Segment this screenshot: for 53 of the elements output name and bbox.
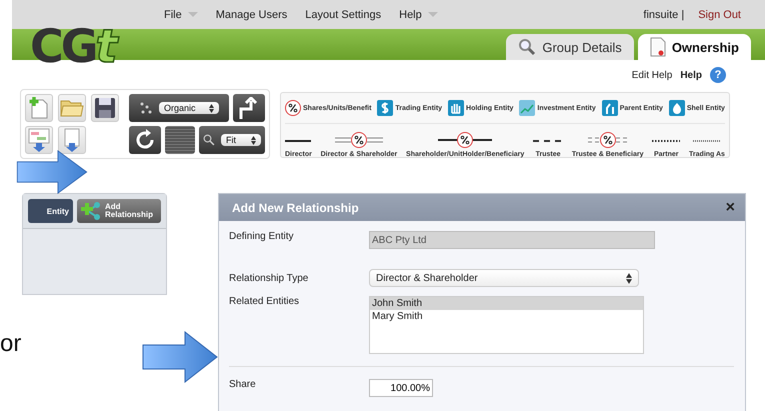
hand-icon bbox=[448, 100, 464, 116]
percent-icon bbox=[285, 100, 301, 116]
figure-icon bbox=[602, 100, 618, 116]
document-icon bbox=[650, 37, 666, 57]
edit-help-link[interactable]: Edit Help bbox=[632, 70, 672, 80]
save-button[interactable] bbox=[91, 94, 119, 122]
username: finsuite | bbox=[643, 8, 684, 20]
dialog-title: Add New Relationship bbox=[232, 200, 359, 214]
dots-icon bbox=[139, 101, 153, 115]
relationship-icon bbox=[81, 201, 103, 221]
share-field[interactable]: 100.00% bbox=[369, 379, 433, 397]
list-option[interactable]: John Smith bbox=[370, 297, 643, 310]
field-label: Relationship Type bbox=[229, 272, 310, 284]
sign-out-link[interactable]: Sign Out bbox=[698, 8, 741, 20]
search-icon bbox=[518, 38, 536, 56]
tab[interactable]: Group Details bbox=[506, 34, 634, 60]
menu-item[interactable]: File bbox=[164, 7, 198, 22]
help-link[interactable]: Help bbox=[680, 70, 702, 80]
field-label: Defining Entity bbox=[229, 231, 294, 244]
folder-button[interactable] bbox=[58, 94, 86, 122]
updown-icon bbox=[209, 104, 214, 112]
list-option[interactable]: Mary Smith bbox=[370, 310, 643, 323]
refresh-button[interactable] bbox=[129, 126, 161, 154]
zoom-icon bbox=[203, 132, 215, 148]
dollar-icon bbox=[377, 100, 394, 116]
entity-button[interactable]: Entity bbox=[28, 199, 73, 223]
or-text: or bbox=[0, 330, 22, 358]
equals-line-percent-icon bbox=[588, 132, 628, 148]
drop-icon bbox=[668, 100, 685, 116]
menu-item[interactable]: Layout Settings bbox=[305, 7, 382, 22]
logo: CGt bbox=[30, 26, 115, 66]
chart-icon bbox=[519, 100, 536, 116]
arrow-icon bbox=[142, 331, 218, 383]
menu-item[interactable]: Help bbox=[399, 7, 438, 22]
route-button[interactable] bbox=[233, 94, 265, 122]
updown-icon bbox=[626, 272, 632, 284]
add-relationship-button[interactable]: Add Relationship bbox=[77, 199, 161, 223]
line-percent-icon bbox=[438, 132, 492, 148]
close-button[interactable]: × bbox=[726, 198, 735, 216]
updown-icon bbox=[251, 136, 256, 144]
export-button[interactable] bbox=[25, 126, 53, 154]
help-icon[interactable]: ? bbox=[710, 67, 726, 83]
field-label: Related Entities bbox=[229, 296, 300, 309]
download-button[interactable] bbox=[58, 126, 86, 154]
relationship-type-select[interactable]: Director & Shareholder bbox=[369, 269, 639, 287]
zoom-select[interactable]: Fit bbox=[221, 134, 261, 146]
new-document-button[interactable] bbox=[25, 94, 53, 122]
tab[interactable]: Ownership bbox=[638, 34, 751, 60]
double-line-percent-icon bbox=[334, 132, 383, 148]
field-label: Share bbox=[229, 379, 257, 392]
menu-item[interactable]: Manage Users bbox=[216, 7, 288, 22]
layout-select[interactable]: Organic bbox=[159, 102, 219, 114]
fine-dotted-line-icon bbox=[692, 140, 721, 142]
